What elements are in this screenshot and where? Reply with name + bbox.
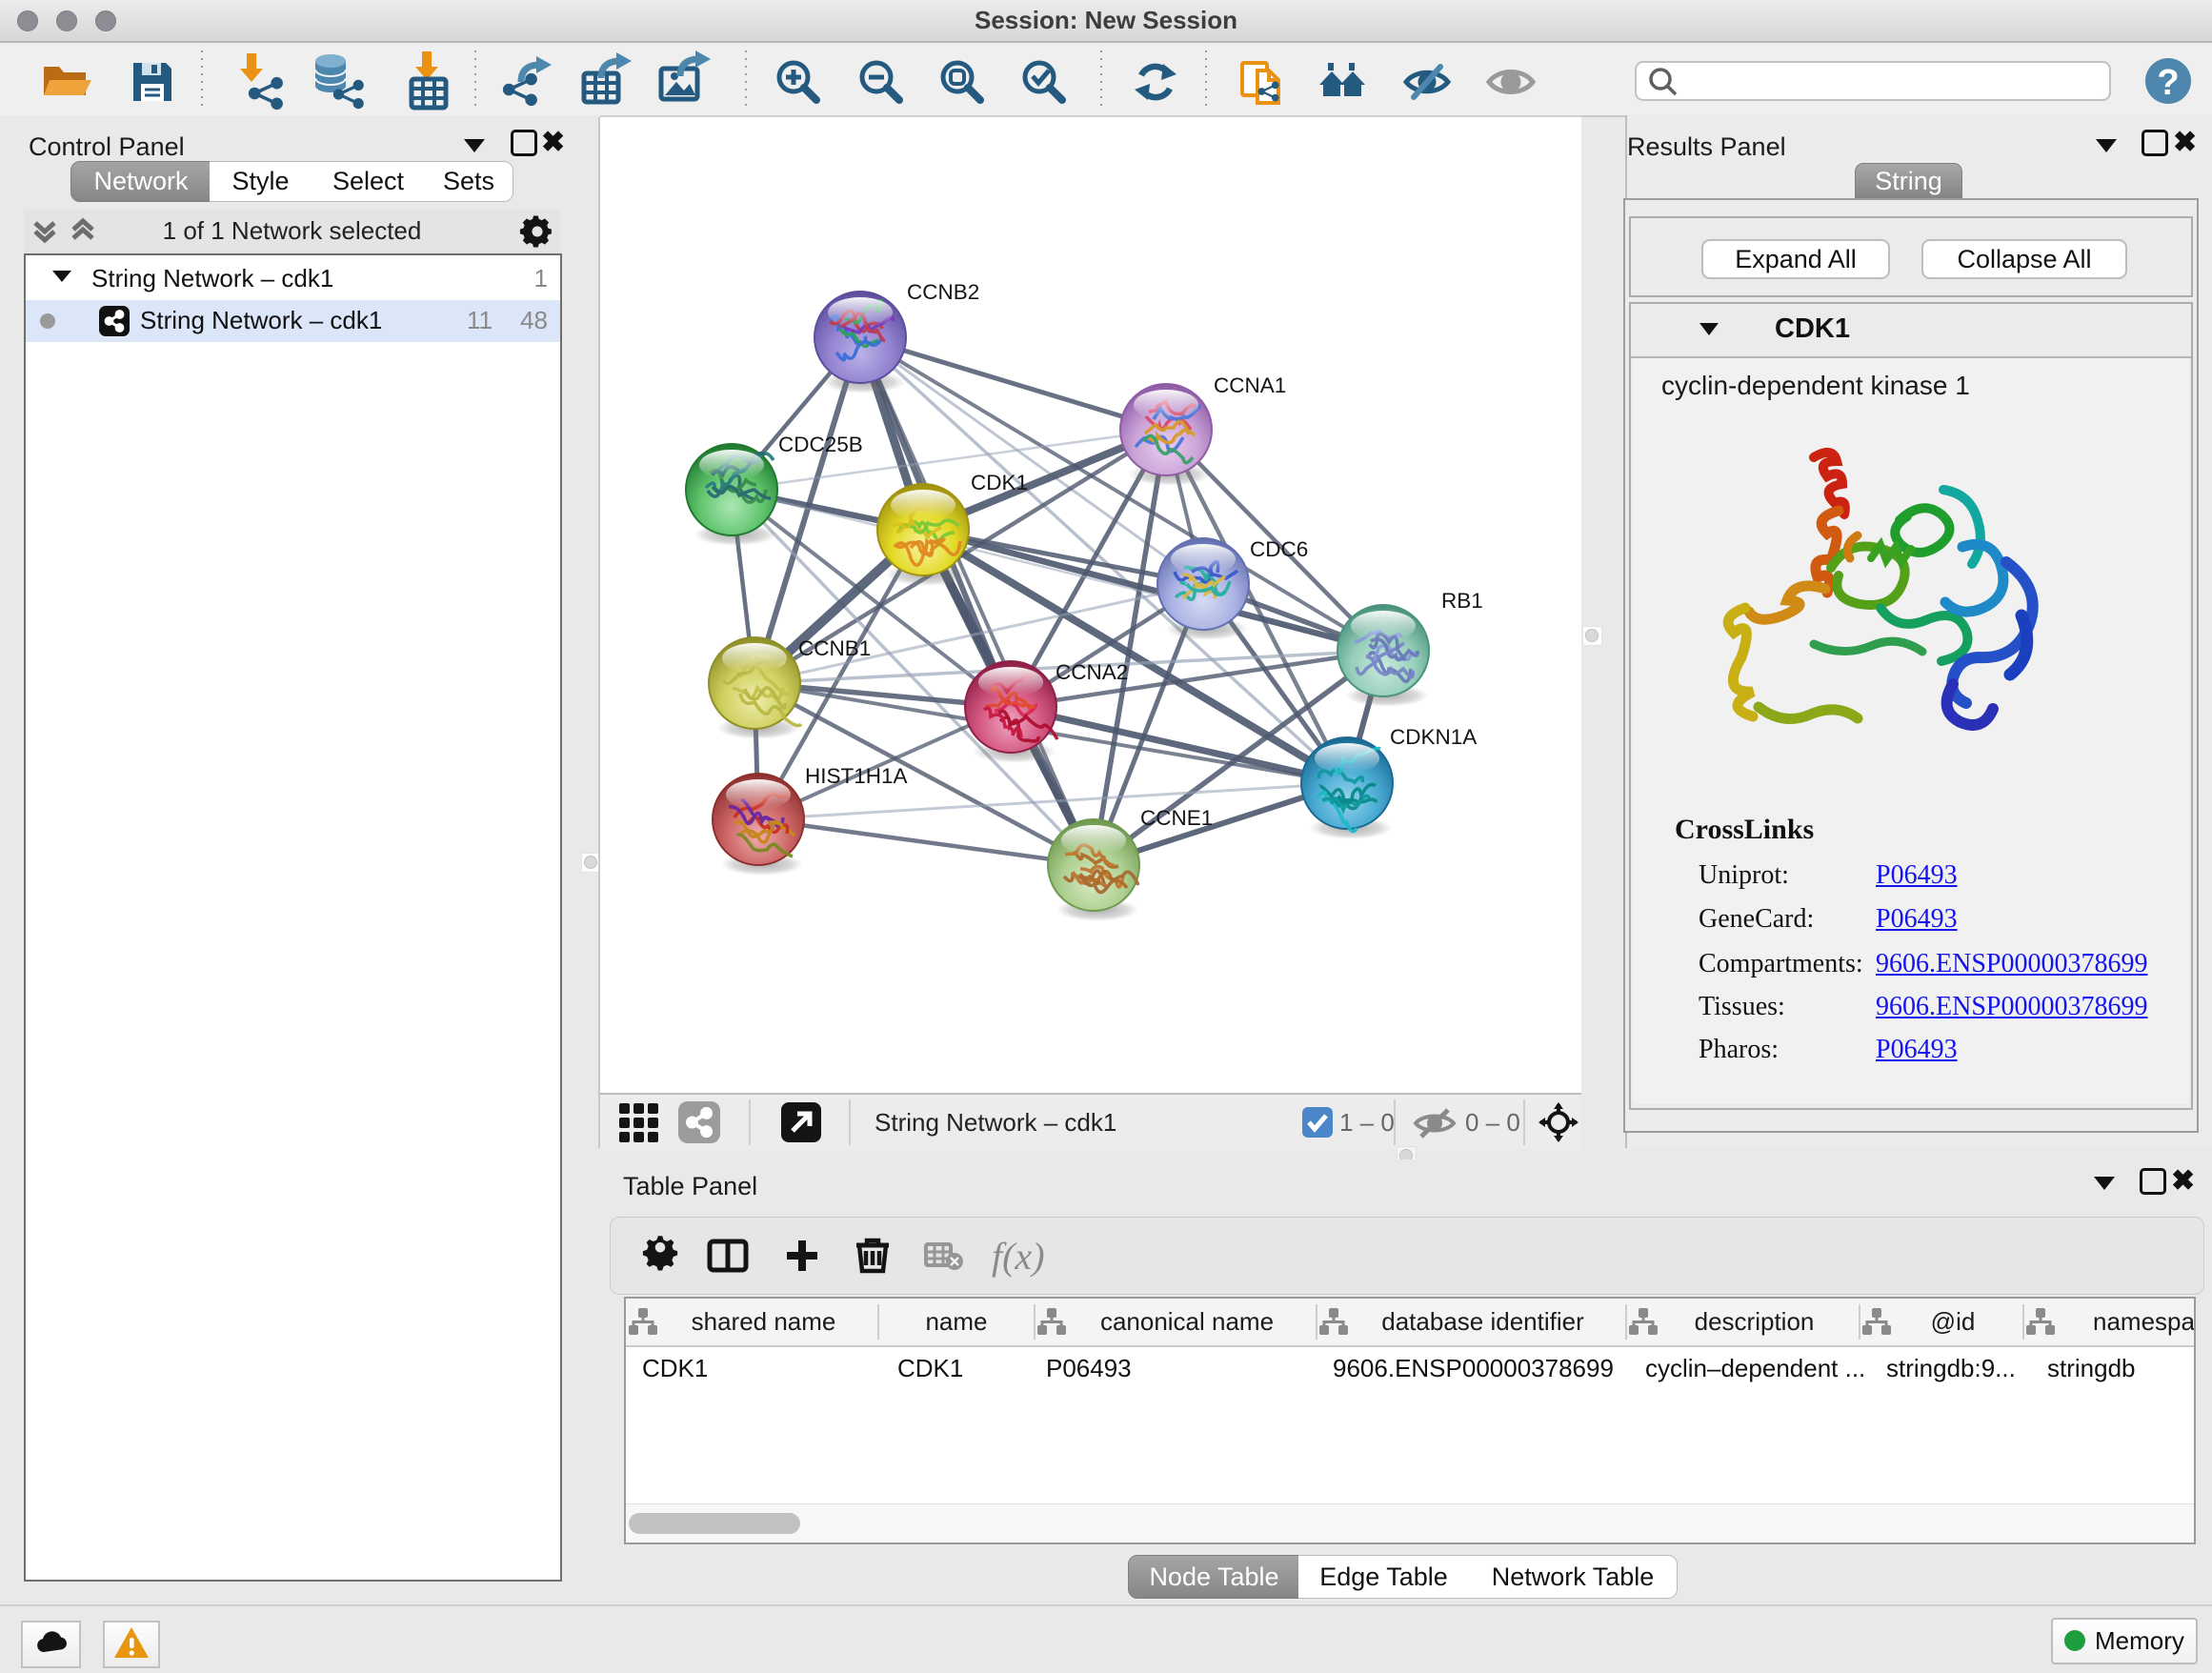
svg-text:name: name bbox=[925, 1307, 987, 1336]
svg-text:CCNE1: CCNE1 bbox=[1140, 806, 1213, 830]
svg-text:shared name: shared name bbox=[692, 1307, 836, 1336]
svg-text:@id: @id bbox=[1931, 1307, 1976, 1336]
svg-text:CCNA2: CCNA2 bbox=[1056, 660, 1128, 684]
svg-text:CDK1: CDK1 bbox=[971, 471, 1028, 494]
svg-text:description: description bbox=[1695, 1307, 1815, 1336]
svg-text:CDKN1A: CDKN1A bbox=[1390, 725, 1477, 749]
svg-text:canonical name: canonical name bbox=[1100, 1307, 1274, 1336]
svg-text:CCNB1: CCNB1 bbox=[798, 636, 871, 660]
svg-text:namespace: namespace bbox=[2093, 1307, 2194, 1336]
svg-text:CDC25B: CDC25B bbox=[778, 433, 863, 456]
svg-text:?: ? bbox=[2157, 63, 2179, 103]
svg-text:f(x): f(x) bbox=[992, 1235, 1045, 1278]
svg-text:CCNB2: CCNB2 bbox=[907, 280, 979, 304]
svg-text:HIST1H1A: HIST1H1A bbox=[805, 764, 908, 788]
svg-text:RB1: RB1 bbox=[1441, 589, 1483, 613]
svg-text:database identifier: database identifier bbox=[1381, 1307, 1584, 1336]
svg-text:CDC6: CDC6 bbox=[1250, 537, 1308, 561]
svg-text:CCNA1: CCNA1 bbox=[1214, 373, 1286, 397]
